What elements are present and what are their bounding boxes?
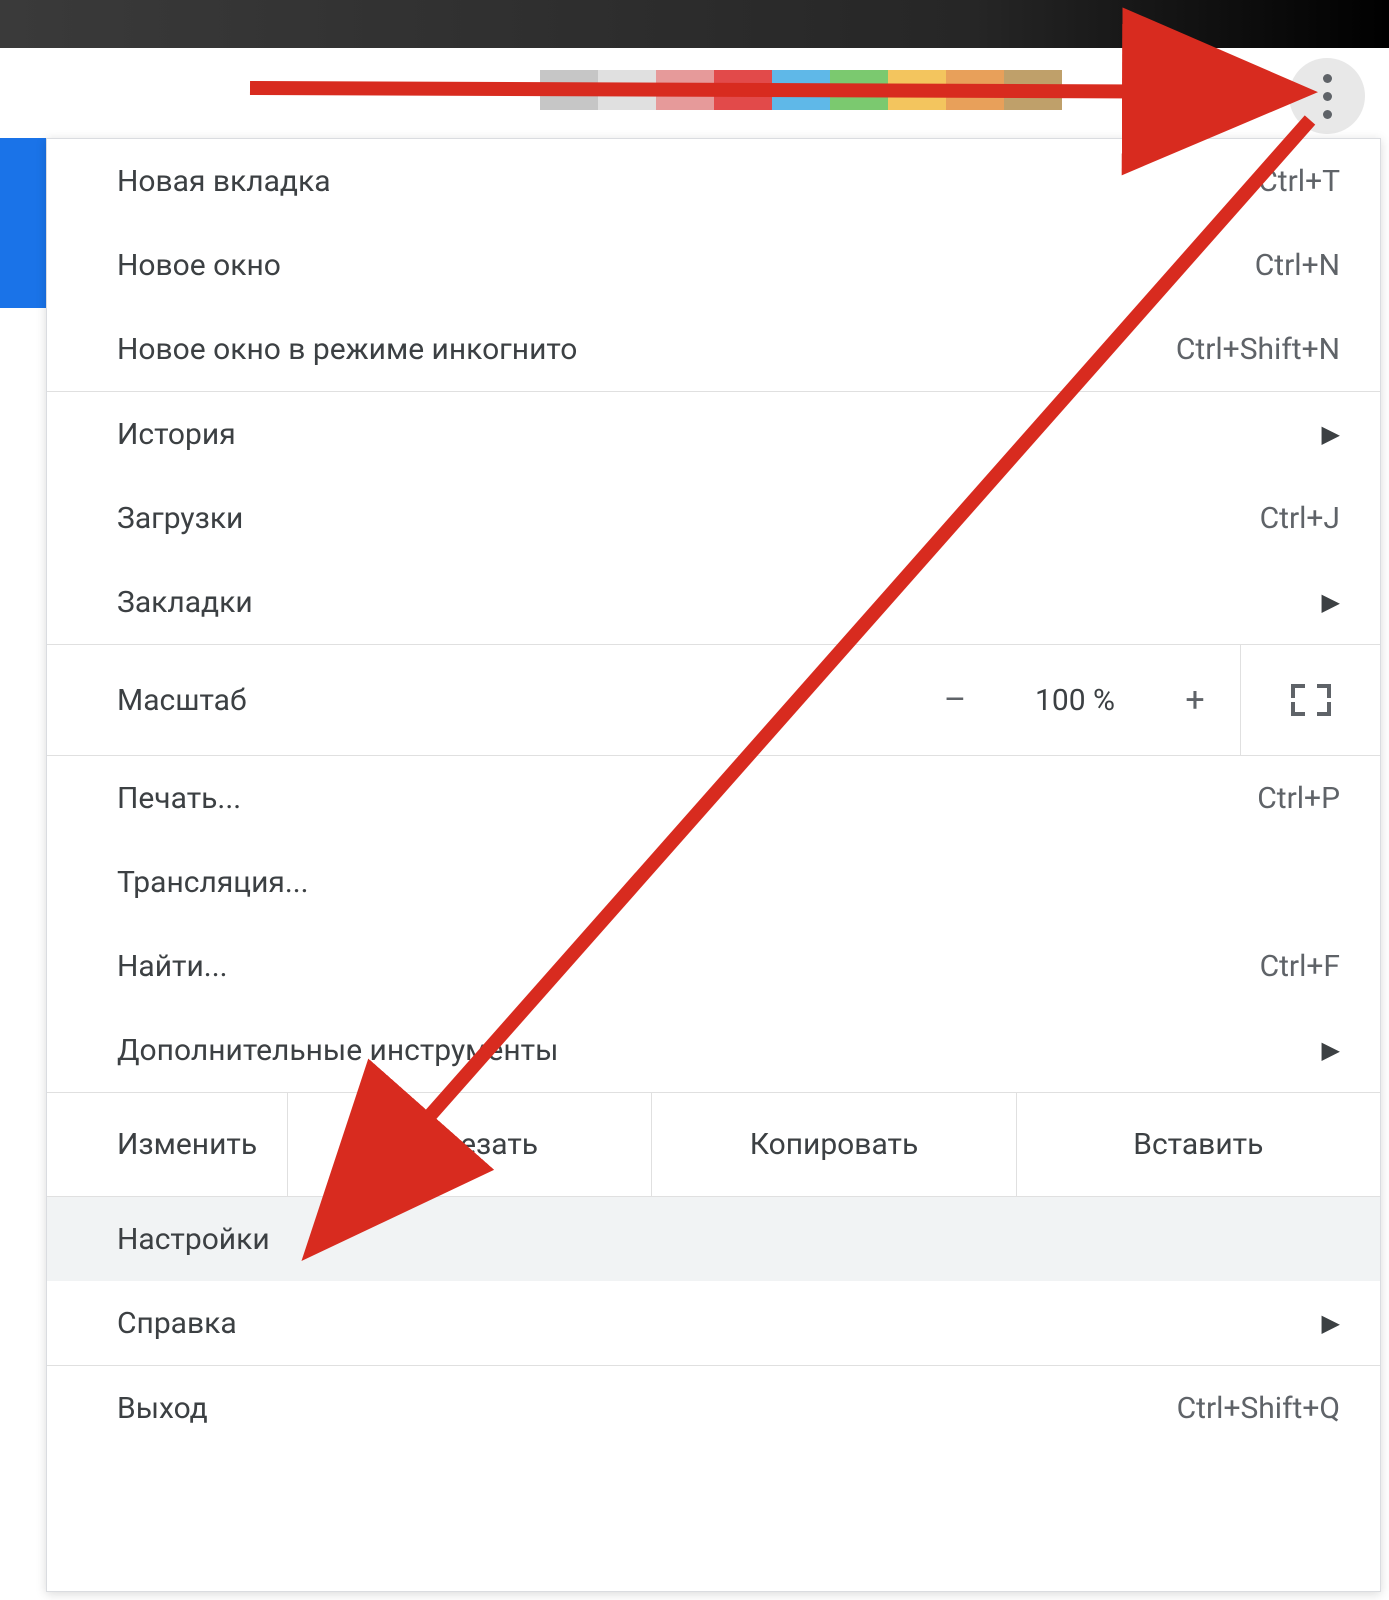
cut-button[interactable]: Вырезать	[287, 1093, 651, 1196]
zoom-out-button[interactable]: –	[910, 680, 1000, 720]
menu-shortcut: Ctrl+J	[1260, 501, 1340, 536]
menu-label: Новая вкладка	[117, 164, 331, 199]
menu-label: Найти...	[117, 949, 228, 984]
menu-print[interactable]: Печать... Ctrl+P	[47, 756, 1380, 840]
menu-shortcut: Ctrl+Shift+N	[1176, 332, 1340, 367]
menu-history[interactable]: История ▶	[47, 392, 1380, 476]
menu-shortcut: Ctrl+N	[1255, 248, 1340, 283]
main-menu: Новая вкладка Ctrl+T Новое окно Ctrl+N Н…	[46, 138, 1381, 1592]
menu-find[interactable]: Найти... Ctrl+F	[47, 924, 1380, 1008]
chevron-right-icon: ▶	[1322, 420, 1340, 448]
tab-favicon[interactable]	[946, 70, 1004, 110]
tab-favicon[interactable]	[1004, 70, 1062, 110]
menu-shortcut: Ctrl+P	[1257, 781, 1340, 816]
menu-label: Печать...	[117, 781, 241, 816]
title-bar	[0, 0, 1389, 48]
menu-shortcut: Ctrl+T	[1258, 164, 1340, 199]
menu-label: Выход	[117, 1391, 208, 1426]
menu-label: Справка	[117, 1306, 237, 1341]
menu-label: Настройки	[117, 1222, 270, 1257]
menu-label: Загрузки	[117, 501, 243, 536]
menu-new-incognito[interactable]: Новое окно в режиме инкогнито Ctrl+Shift…	[47, 307, 1380, 391]
menu-exit[interactable]: Выход Ctrl+Shift+Q	[47, 1366, 1380, 1450]
menu-settings[interactable]: Настройки	[47, 1197, 1380, 1281]
menu-zoom-row: Масштаб – 100 % +	[47, 645, 1380, 755]
paste-button[interactable]: Вставить	[1016, 1093, 1380, 1196]
zoom-label: Масштаб	[117, 683, 287, 718]
menu-new-window[interactable]: Новое окно Ctrl+N	[47, 223, 1380, 307]
fullscreen-button[interactable]	[1240, 645, 1380, 755]
menu-label: Новое окно в режиме инкогнито	[117, 332, 577, 367]
zoom-value: 100 %	[1000, 683, 1150, 718]
menu-cast[interactable]: Трансляция...	[47, 840, 1380, 924]
page-accent-edge	[0, 138, 46, 308]
chevron-right-icon: ▶	[1322, 1309, 1340, 1337]
kebab-icon	[1323, 74, 1332, 119]
main-menu-button[interactable]	[1289, 58, 1365, 134]
chevron-right-icon: ▶	[1322, 588, 1340, 616]
fullscreen-icon	[1291, 684, 1331, 716]
chevron-right-icon: ▶	[1322, 1036, 1340, 1064]
tab-favicon[interactable]	[830, 70, 888, 110]
menu-label: Новое окно	[117, 248, 281, 283]
tab-favicon[interactable]	[540, 70, 598, 110]
tab-favicon[interactable]	[772, 70, 830, 110]
zoom-in-button[interactable]: +	[1150, 680, 1240, 720]
menu-help[interactable]: Справка ▶	[47, 1281, 1380, 1365]
tab-favicons	[540, 70, 1062, 110]
menu-shortcut: Ctrl+F	[1260, 949, 1340, 984]
menu-label: Дополнительные инструменты	[117, 1033, 558, 1068]
edit-label: Изменить	[47, 1093, 287, 1196]
menu-bookmarks[interactable]: Закладки ▶	[47, 560, 1380, 644]
tab-favicon[interactable]	[714, 70, 772, 110]
menu-label: Трансляция...	[117, 865, 309, 900]
menu-new-tab[interactable]: Новая вкладка Ctrl+T	[47, 139, 1380, 223]
menu-more-tools[interactable]: Дополнительные инструменты ▶	[47, 1008, 1380, 1092]
menu-shortcut: Ctrl+Shift+Q	[1177, 1391, 1340, 1426]
copy-button[interactable]: Копировать	[651, 1093, 1015, 1196]
menu-edit-row: Изменить Вырезать Копировать Вставить	[47, 1092, 1380, 1196]
tab-favicon[interactable]	[598, 70, 656, 110]
menu-label: История	[117, 417, 236, 452]
tab-favicon[interactable]	[888, 70, 946, 110]
menu-label: Закладки	[117, 585, 253, 620]
tab-favicon[interactable]	[656, 70, 714, 110]
menu-downloads[interactable]: Загрузки Ctrl+J	[47, 476, 1380, 560]
